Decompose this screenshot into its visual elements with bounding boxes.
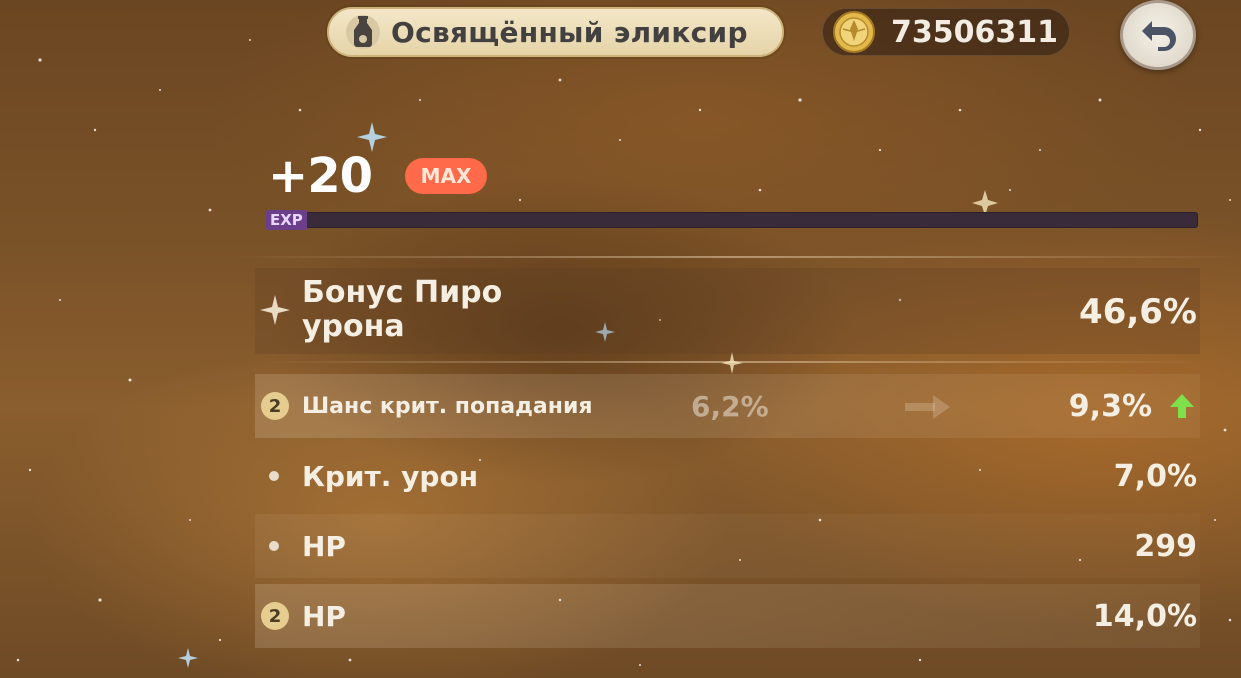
- substat-row: 2 Шанс крит. попадания 6,2% 9,3%: [255, 374, 1200, 438]
- main-stat-row: Бонус Пиро урона 46,6%: [255, 268, 1200, 354]
- substat-value: 9,3%: [1068, 388, 1152, 424]
- substat-label: Крит. урон: [302, 459, 479, 493]
- main-stat-divider: [258, 361, 1203, 363]
- main-stat-value: 46,6%: [1079, 292, 1197, 332]
- back-arrow-icon: [1138, 15, 1178, 55]
- right-arrow-icon: [905, 394, 951, 424]
- main-stat-star-icon: [259, 294, 291, 330]
- substat-value: 7,0%: [1113, 458, 1197, 494]
- roll-count-badge: 2: [261, 392, 289, 420]
- mora-coin-icon: [829, 10, 879, 54]
- elixir-bottle-icon: [341, 10, 385, 54]
- substat-old-value: 6,2%: [691, 389, 769, 423]
- mora-counter: 73506311: [822, 8, 1070, 56]
- mora-amount: 73506311: [891, 14, 1058, 50]
- bullet-dot-icon: [269, 471, 279, 481]
- substat-label: HP: [302, 599, 346, 633]
- item-name-pill: Освящённый эликсир: [327, 7, 784, 57]
- item-name: Освящённый эликсир: [391, 15, 748, 49]
- substat-row: Крит. урон 7,0%: [255, 444, 1200, 508]
- roll-count-badge: 2: [261, 602, 289, 630]
- substat-row: HP 299: [255, 514, 1200, 578]
- substat-row: 2 HP 14,0%: [255, 584, 1200, 648]
- substat-value: 14,0%: [1092, 598, 1197, 634]
- top-divider: [230, 256, 1241, 258]
- back-button[interactable]: [1120, 0, 1196, 70]
- substat-label: HP: [302, 529, 346, 563]
- substat-value: 299: [1134, 528, 1197, 564]
- bullet-dot-icon: [269, 541, 279, 551]
- substat-label: Шанс крит. попадания: [302, 393, 593, 419]
- exp-bar: [268, 212, 1198, 228]
- increase-arrow-icon: [1169, 392, 1195, 424]
- main-stat-name: Бонус Пиро урона: [302, 275, 503, 344]
- artifact-level: +20: [268, 148, 373, 204]
- exp-label: EXP: [266, 210, 307, 230]
- max-level-badge: MAX: [405, 158, 487, 194]
